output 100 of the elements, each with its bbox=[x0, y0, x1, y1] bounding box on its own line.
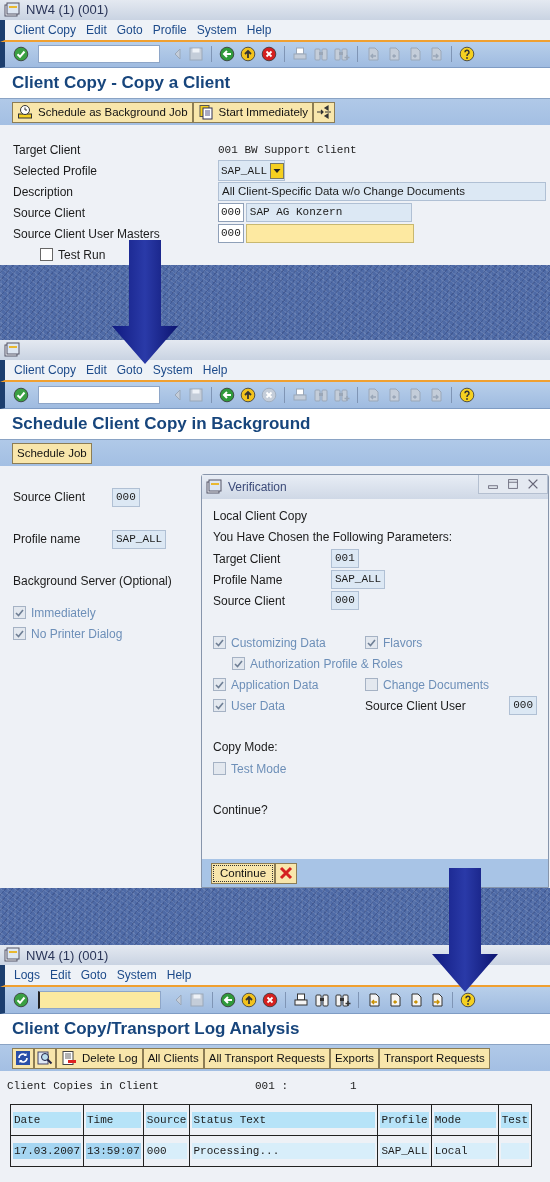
menu-item[interactable]: Goto bbox=[111, 22, 148, 37]
menu-item[interactable]: Edit bbox=[81, 22, 112, 37]
toolbar-button[interactable]: Transport Requests bbox=[379, 1047, 490, 1069]
page-arrow-icon[interactable] bbox=[366, 992, 382, 1008]
menu-item[interactable]: Logs bbox=[9, 968, 46, 982]
checkbox-label: Immediately bbox=[31, 605, 96, 620]
display-field: 001 bbox=[331, 549, 359, 568]
dialog-text: Copy Mode: bbox=[213, 739, 279, 756]
input-field[interactable]: 000 bbox=[218, 224, 244, 243]
menu-item[interactable]: Client Copy bbox=[9, 363, 82, 377]
check-icon[interactable] bbox=[13, 992, 29, 1008]
dropdown[interactable]: SAP_ALL bbox=[218, 160, 286, 181]
checkbox-label: Authorization Profile & Roles bbox=[250, 656, 403, 671]
display-field: 000 bbox=[509, 696, 537, 715]
maximize-icon[interactable] bbox=[505, 477, 521, 491]
checkbox-label: Test Mode bbox=[231, 761, 287, 776]
cancel-icon bbox=[278, 865, 295, 881]
table-cell: Local bbox=[433, 1143, 496, 1159]
dialog-text: You Have Chosen the Following Parameters: bbox=[213, 529, 454, 546]
cancel-button[interactable] bbox=[275, 862, 298, 884]
display-field: SAP_ALL bbox=[331, 570, 386, 589]
document-icon bbox=[197, 104, 214, 121]
command-field[interactable] bbox=[38, 991, 161, 1009]
checkbox-label: No Printer Dialog bbox=[31, 626, 123, 641]
command-field[interactable] bbox=[38, 386, 160, 404]
menu-item[interactable]: Goto bbox=[111, 363, 148, 377]
magnifier-icon bbox=[37, 1050, 53, 1066]
binoculars-plus-icon[interactable] bbox=[335, 992, 351, 1008]
printer-icon[interactable] bbox=[293, 992, 309, 1008]
copy-count: 1 bbox=[350, 1080, 357, 1092]
field-label: Profile name bbox=[13, 532, 82, 546]
column-header: Mode bbox=[433, 1112, 496, 1128]
field-label: Target Client bbox=[213, 551, 282, 566]
field-label: Source Client bbox=[213, 593, 287, 608]
check-icon[interactable] bbox=[13, 387, 29, 403]
delete-log-button[interactable]: Delete Log bbox=[56, 1047, 143, 1069]
field-label: Source Client bbox=[12, 205, 87, 220]
help-icon[interactable] bbox=[460, 992, 476, 1008]
menu-item[interactable]: Help bbox=[197, 363, 233, 377]
table-cell: Processing... bbox=[192, 1143, 376, 1159]
menu-item[interactable]: Edit bbox=[45, 968, 76, 982]
checkbox-label: User Data bbox=[231, 698, 286, 713]
page-arrow-icon[interactable] bbox=[408, 992, 424, 1008]
display-field: SAP_ALL bbox=[112, 529, 167, 549]
page-title: Schedule Client Copy in Background bbox=[0, 409, 550, 440]
column-header: Test bbox=[500, 1112, 530, 1128]
start-button[interactable]: Start Immediately bbox=[192, 101, 314, 123]
toolbar-button[interactable]: Schedule Job bbox=[12, 442, 92, 464]
checkbox-label: Test Run bbox=[58, 247, 106, 262]
column-header: Source bbox=[145, 1112, 188, 1128]
window-icon bbox=[4, 342, 20, 358]
toolbar-button[interactable]: All Clients bbox=[142, 1047, 204, 1069]
menu-item[interactable]: Client Copy bbox=[9, 22, 82, 37]
menu-item[interactable]: Profile bbox=[147, 22, 192, 37]
refresh-button[interactable] bbox=[12, 1047, 34, 1069]
magnifier-button[interactable] bbox=[34, 1047, 56, 1069]
schedule-button[interactable]: Schedule as Background Job bbox=[12, 101, 193, 123]
dialog-text: Continue? bbox=[213, 802, 269, 819]
checkbox-label: Flavors bbox=[383, 635, 423, 650]
display-field: SAP AG Konzern bbox=[245, 203, 412, 222]
input-field[interactable] bbox=[245, 224, 414, 243]
window-title: NW4 (1) (001) bbox=[26, 2, 109, 18]
page-arrow-icon[interactable] bbox=[429, 992, 445, 1008]
menu-item[interactable]: Help bbox=[161, 968, 197, 982]
client-number: 001 : bbox=[255, 1080, 289, 1092]
menu-item[interactable]: System bbox=[191, 22, 242, 37]
cancel-icon[interactable] bbox=[261, 46, 277, 63]
input-field[interactable]: 000 bbox=[218, 203, 244, 222]
toolbar-button[interactable]: All Transport Requests bbox=[203, 1047, 331, 1069]
window-title: NW4 (1) (001) bbox=[26, 947, 109, 963]
display-field: All Client-Specific Data w/o Change Documents bbox=[218, 182, 546, 201]
field-label: Source Client bbox=[13, 490, 87, 504]
checkbox[interactable] bbox=[40, 248, 53, 261]
window-icon bbox=[206, 479, 222, 495]
page-title: Client Copy/Transport Log Analysis bbox=[0, 1014, 550, 1045]
help-icon[interactable] bbox=[459, 46, 475, 63]
menu-item[interactable]: Help bbox=[241, 22, 277, 37]
caret-icon bbox=[270, 162, 285, 179]
toolbar-button[interactable]: Exports bbox=[330, 1047, 380, 1069]
check-icon[interactable] bbox=[13, 46, 29, 63]
checkbox-label: Customizing Data bbox=[231, 635, 326, 650]
checkbox-label: Application Data bbox=[231, 677, 319, 692]
expand-button[interactable] bbox=[313, 101, 336, 123]
display-field: 000 bbox=[331, 591, 359, 610]
menu-item[interactable]: Goto bbox=[75, 968, 112, 982]
page-arrow-icon[interactable] bbox=[387, 992, 403, 1008]
branch-arrows-icon bbox=[316, 104, 333, 121]
column-header: Time bbox=[86, 1112, 141, 1128]
help-icon[interactable] bbox=[459, 387, 475, 403]
command-field[interactable] bbox=[38, 45, 160, 64]
binoculars-icon[interactable] bbox=[314, 992, 330, 1008]
menu-item[interactable]: System bbox=[111, 968, 162, 982]
cancel-icon[interactable] bbox=[262, 992, 278, 1008]
menu-item[interactable]: System bbox=[147, 363, 198, 377]
dialog-text: Local Client Copy bbox=[213, 508, 309, 525]
checkbox-label: Change Documents bbox=[383, 677, 490, 692]
field-label: Background Server (Optional) bbox=[13, 574, 172, 588]
table-cell: 17.03.2007 bbox=[13, 1143, 81, 1159]
continue-button[interactable]: Continue bbox=[211, 862, 276, 884]
menu-item[interactable]: Edit bbox=[81, 363, 112, 377]
